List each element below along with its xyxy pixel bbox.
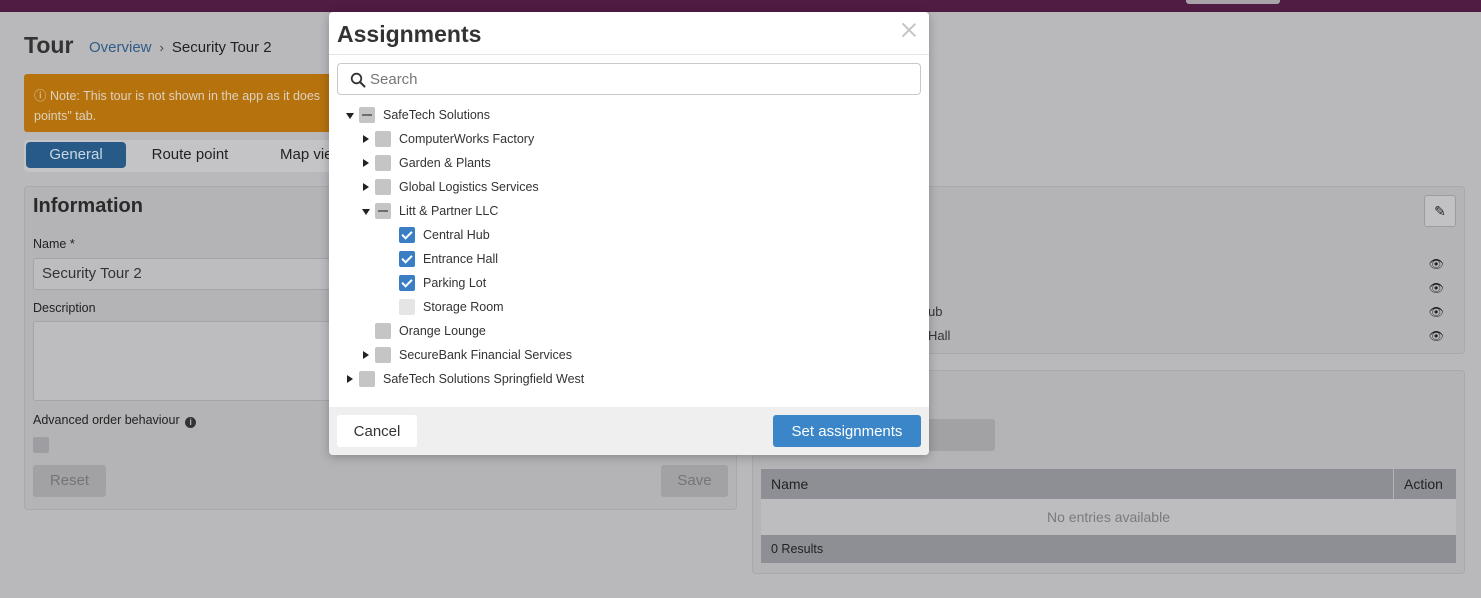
name-field[interactable]: Security Tour 2 bbox=[33, 258, 333, 290]
tree-node[interactable]: SafeTech Solutions Springfield West bbox=[341, 367, 584, 391]
note-text: Note: This tour is not shown in the app … bbox=[50, 89, 321, 103]
tree-node-label[interactable]: Entrance Hall bbox=[423, 252, 498, 266]
tree-node-label[interactable]: SafeTech Solutions bbox=[383, 108, 490, 122]
tree-checkbox[interactable] bbox=[399, 275, 415, 291]
eye-icon[interactable]: 👁 bbox=[1429, 257, 1444, 271]
caret-down-icon[interactable] bbox=[341, 103, 359, 127]
modal-footer: Cancel Set assignments bbox=[329, 407, 929, 455]
tree-node[interactable]: Storage Room bbox=[381, 295, 504, 319]
tree-node[interactable]: Central Hub bbox=[381, 223, 490, 247]
advanced-order-checkbox[interactable] bbox=[33, 437, 49, 453]
caret-right-icon[interactable] bbox=[341, 367, 359, 391]
information-title: Information bbox=[33, 195, 143, 217]
tree-node[interactable]: Entrance Hall bbox=[381, 247, 498, 271]
modal-header: Assignments bbox=[329, 12, 929, 55]
info-icon[interactable]: i bbox=[185, 417, 197, 428]
caret-right-icon[interactable] bbox=[357, 151, 375, 175]
note-text-line2: points" tab. bbox=[34, 109, 97, 123]
caret-right-icon[interactable] bbox=[357, 127, 375, 151]
caret-right-icon[interactable] bbox=[357, 343, 375, 367]
assignments-table: Name Action No entries available 0 Resul… bbox=[761, 469, 1456, 563]
tree-checkbox[interactable] bbox=[399, 227, 415, 243]
table-header: Name Action bbox=[761, 469, 1456, 499]
topbar-button[interactable] bbox=[1186, 0, 1280, 4]
set-assignments-button[interactable]: Set assignments bbox=[773, 415, 921, 447]
tree-checkbox[interactable] bbox=[375, 347, 391, 363]
eye-icon[interactable]: 👁 bbox=[1429, 305, 1444, 319]
tree-node[interactable]: Garden & Plants bbox=[357, 151, 491, 175]
table-results-count: 0 Results bbox=[761, 535, 1456, 563]
reset-button[interactable]: Reset bbox=[33, 465, 106, 497]
tree-checkbox[interactable] bbox=[359, 371, 375, 387]
tree-node-label[interactable]: Litt & Partner LLC bbox=[399, 204, 498, 218]
tree-node[interactable]: Global Logistics Services bbox=[357, 175, 539, 199]
tree-node-label[interactable]: Orange Lounge bbox=[399, 324, 486, 338]
tree-node-label[interactable]: SafeTech Solutions Springfield West bbox=[383, 372, 584, 386]
breadcrumb-current: Security Tour 2 bbox=[171, 39, 272, 56]
tree-checkbox[interactable] bbox=[399, 299, 415, 315]
search-input[interactable] bbox=[370, 65, 910, 93]
search-icon bbox=[350, 72, 366, 88]
pencil-icon[interactable]: ✎ bbox=[1424, 195, 1456, 227]
advanced-order-text: Advanced order behaviour bbox=[33, 413, 180, 427]
top-navigation-bar bbox=[0, 0, 1481, 12]
column-name[interactable]: Name bbox=[761, 469, 1394, 499]
tree-node[interactable]: SafeTech Solutions bbox=[341, 103, 490, 127]
tree-checkbox[interactable] bbox=[375, 323, 391, 339]
tree-node-label[interactable]: Storage Room bbox=[423, 300, 504, 314]
eye-icon[interactable]: 👁 bbox=[1429, 281, 1444, 295]
description-field[interactable] bbox=[33, 321, 333, 401]
tree-node-label[interactable]: Parking Lot bbox=[423, 276, 486, 290]
route-item-text: Hall bbox=[928, 328, 951, 343]
tab-route-point[interactable]: Route point bbox=[142, 142, 238, 168]
assignments-modal: Assignments SafeTech Solutions ComputerWo… bbox=[329, 12, 929, 455]
modal-title: Assignments bbox=[337, 21, 482, 47]
name-label: Name * bbox=[33, 237, 75, 251]
cancel-button[interactable]: Cancel bbox=[337, 415, 417, 447]
tree-checkbox[interactable] bbox=[375, 155, 391, 171]
warning-note: ⓘ Note: This tour is not shown in the ap… bbox=[24, 74, 354, 132]
tree-node[interactable]: Orange Lounge bbox=[357, 319, 486, 343]
tree-checkbox[interactable] bbox=[375, 203, 391, 219]
tree-node-label[interactable]: Central Hub bbox=[423, 228, 490, 242]
tree-node-label[interactable]: Garden & Plants bbox=[399, 156, 491, 170]
close-icon[interactable] bbox=[901, 21, 917, 37]
save-button[interactable]: Save bbox=[661, 465, 728, 497]
tree-checkbox[interactable] bbox=[375, 131, 391, 147]
route-item-text: ub bbox=[928, 304, 943, 319]
tree-checkbox[interactable] bbox=[399, 251, 415, 267]
tab-bar: General Route point Map vie bbox=[24, 140, 354, 172]
advanced-order-label: Advanced order behaviour i bbox=[33, 413, 197, 428]
description-label: Description bbox=[33, 301, 96, 315]
tree-node-label[interactable]: Global Logistics Services bbox=[399, 180, 539, 194]
panel-button[interactable] bbox=[923, 419, 995, 451]
info-circle-icon: ⓘ bbox=[34, 89, 47, 103]
tree-node[interactable]: Parking Lot bbox=[381, 271, 486, 295]
breadcrumb: Overview › Security Tour 2 bbox=[89, 39, 272, 56]
search-box bbox=[337, 63, 921, 95]
breadcrumb-overview-link[interactable]: Overview bbox=[89, 39, 152, 56]
table-empty-message: No entries available bbox=[761, 499, 1456, 535]
caret-right-icon[interactable] bbox=[357, 175, 375, 199]
chevron-right-icon: › bbox=[159, 40, 164, 55]
caret-down-icon[interactable] bbox=[357, 199, 375, 223]
page-title: Tour bbox=[24, 32, 74, 58]
tree-node-label[interactable]: SecureBank Financial Services bbox=[399, 348, 572, 362]
tree-checkbox[interactable] bbox=[375, 179, 391, 195]
eye-icon[interactable]: 👁 bbox=[1429, 329, 1444, 343]
tree-node[interactable]: Litt & Partner LLC bbox=[357, 199, 498, 223]
column-action: Action bbox=[1404, 476, 1443, 492]
tree-checkbox[interactable] bbox=[359, 107, 375, 123]
tree-node[interactable]: SecureBank Financial Services bbox=[357, 343, 572, 367]
tab-general[interactable]: General bbox=[26, 142, 126, 168]
tree-node-label[interactable]: ComputerWorks Factory bbox=[399, 132, 534, 146]
tree-node[interactable]: ComputerWorks Factory bbox=[357, 127, 534, 151]
